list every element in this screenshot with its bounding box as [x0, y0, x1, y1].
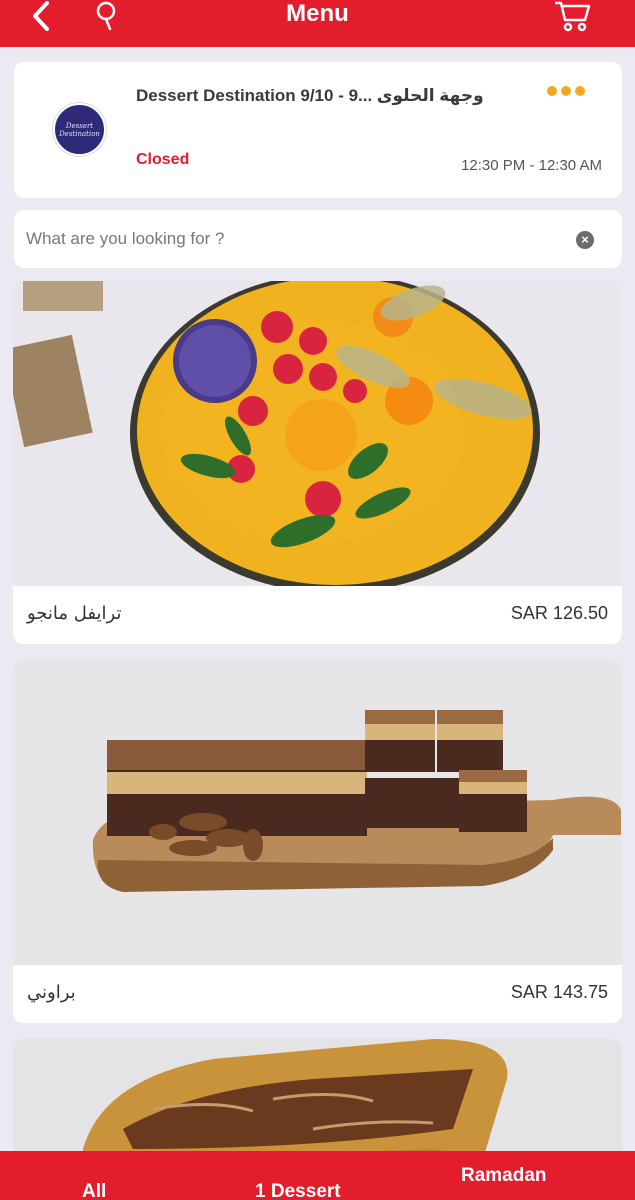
product-card[interactable]: براوني SAR 143.75	[13, 660, 622, 1023]
more-dots-icon[interactable]	[547, 84, 591, 98]
product-price: SAR 143.75	[510, 982, 608, 1002]
cart-icon	[555, 1, 591, 32]
clear-icon[interactable]: ×	[576, 231, 594, 249]
tab-dessert[interactable]: 1 Dessert	[255, 1181, 341, 1200]
category-tabs: All 1 Dessert Ramadan	[0, 1151, 635, 1200]
product-image	[13, 660, 622, 965]
restaurant-logo: Dessert Destination	[53, 103, 106, 156]
product-image	[13, 281, 622, 586]
cart-button[interactable]	[553, 0, 593, 34]
tab-ramadan[interactable]: Ramadan	[461, 1165, 547, 1187]
page-title: Menu	[286, 0, 349, 27]
status-badge: Closed	[136, 151, 190, 168]
search-input[interactable]	[26, 224, 566, 254]
restaurant-card[interactable]: Dessert Destination Dessert Destination …	[14, 62, 622, 198]
product-price: SAR 126.50	[510, 603, 608, 623]
opening-hours: 12:30 PM - 12:30 AM	[461, 157, 602, 174]
restaurant-name: Dessert Destination 9/10 - 9... وجهة الح…	[136, 86, 484, 105]
product-name: ترايفل مانجو	[27, 603, 122, 624]
product-card[interactable]: ترايفل مانجو SAR 126.50	[13, 281, 622, 644]
product-name: براوني	[27, 982, 76, 1003]
top-bar: Menu	[0, 0, 635, 47]
logo-text: Dessert Destination	[59, 121, 100, 138]
tab-all[interactable]: All	[82, 1181, 106, 1200]
search-bar: ×	[14, 210, 622, 268]
